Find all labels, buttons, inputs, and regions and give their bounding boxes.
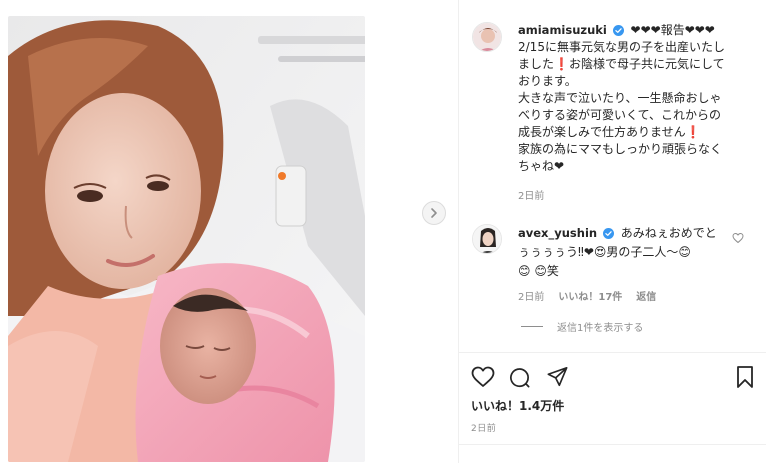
author-avatar[interactable] [472,22,502,52]
comment: avex_yushin あみねぇおめでと ぅぅぅぅう‼❤😍男の子二人〜😊 😊 😊… [518,224,728,281]
comment-input-divider [458,444,766,445]
commenter-avatar[interactable] [472,224,502,254]
replies-divider [521,326,543,327]
caption-text-line: 成長が楽しみで仕方ありません❗ [518,125,701,139]
caption-text-line: 2/15に無事元気な男の子を出産いたし [518,40,725,54]
post-caption: amiamisuzuki ❤❤❤報告❤❤❤ 2/15に無事元気な男の子を出産いた… [518,22,753,175]
comment-meta: 2日前 いいね！17件 返信 [518,288,656,303]
caption-timestamp[interactable]: 2日前 [518,187,544,202]
post-photo-image [8,16,365,462]
view-replies-label: 返信1件を表示する [557,323,644,334]
caption-text-line: べりする姿が可愛いくて、これからの [518,108,722,122]
caption-text-line: ❤❤❤報告❤❤❤ [630,23,715,37]
actions-divider [458,352,766,353]
paper-plane-icon[interactable] [546,366,569,388]
author-username[interactable]: amiamisuzuki [518,23,607,37]
commenter-username[interactable]: avex_yushin [518,226,597,240]
comment-bubble-icon[interactable] [508,366,531,389]
verified-badge-icon [612,25,624,36]
comment-text-line: 😊 😊笑 [518,264,559,278]
caption-text-line: ました❗お陰様で母子共に元気にして [518,57,725,71]
caption-text-line: 大きな声で泣いたり、一生懸命おしゃ [518,91,722,105]
reply-button[interactable]: 返信 [636,288,656,303]
comment-timestamp[interactable]: 2日前 [518,288,544,303]
caption-text-line: ちゃね❤ [518,159,565,173]
carousel-next-button[interactable] [422,201,446,225]
comment-first-line: avex_yushin あみねぇおめでと [518,224,728,243]
view-replies-button[interactable]: 返信1件を表示する [521,319,643,334]
chevron-right-icon [431,208,437,218]
comment-heart-icon[interactable] [732,232,744,244]
post-timestamp[interactable]: 2日前 [471,421,496,434]
heart-icon[interactable] [471,366,495,388]
comment-text-line: ぅぅぅぅう‼❤😍男の子二人〜😊 [518,245,691,259]
post-photo[interactable] [8,16,365,462]
caption-text-line: おります。 [518,74,577,88]
bookmark-icon[interactable] [735,365,755,389]
post-likes-count[interactable]: いいね！1.4万件 [471,397,564,414]
caption-first-line: amiamisuzuki ❤❤❤報告❤❤❤ [518,22,753,39]
caption-text-line: 家族の為にママもしっかり頑張らなく [518,142,723,156]
comment-likes[interactable]: いいね！17件 [558,288,622,303]
post-media-pane [0,0,458,463]
verified-badge-icon [602,228,614,239]
comment-text-line: あみねぇおめでと [620,226,717,240]
